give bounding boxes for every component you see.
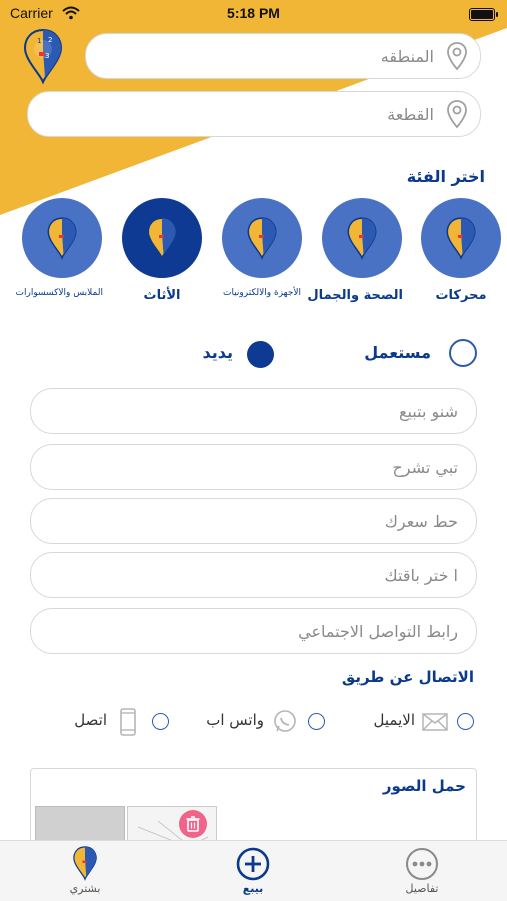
- category-label: الأثاث: [143, 288, 181, 303]
- call-label: اتصل: [74, 711, 107, 729]
- location-pin-icon: [447, 42, 467, 71]
- whatsapp-icon: [274, 710, 296, 732]
- category-item-clothes[interactable]: الملابس والاكسسوارات: [15, 198, 103, 298]
- used-label: مستعمل: [364, 343, 431, 362]
- category-item-motors[interactable]: محركات: [420, 198, 502, 303]
- location-pin-icon: [447, 100, 467, 129]
- svg-text:1: 1: [37, 37, 41, 45]
- social-link-input[interactable]: رابط التواصل الاجتماعي: [30, 608, 477, 654]
- phone-icon: [120, 708, 136, 736]
- envelope-icon: [422, 713, 448, 731]
- describe-input[interactable]: تبي تشرح: [30, 444, 477, 490]
- category-logo-icon: [347, 217, 377, 260]
- category-item-furniture[interactable]: الأثاث: [121, 198, 203, 303]
- clock: 5:18 PM: [227, 5, 280, 21]
- status-bar: Carrier 5:18 PM: [0, 0, 507, 28]
- whatsapp-label: واتس اب: [206, 711, 264, 729]
- radio-new[interactable]: [247, 341, 274, 368]
- category-logo-icon: [47, 217, 77, 260]
- email-label: الايميل: [373, 711, 415, 729]
- category-logo-icon: [147, 217, 177, 260]
- radio-email[interactable]: [457, 713, 474, 730]
- category-label: الأجهزة والالكترونيات: [222, 288, 302, 298]
- tab-details[interactable]: تفاصيل: [372, 841, 472, 901]
- more-icon: [406, 848, 438, 880]
- tab-label: بيبع: [242, 882, 264, 895]
- trash-icon: [186, 816, 200, 832]
- category-label: الصحة والجمال: [307, 288, 403, 303]
- region-field[interactable]: المنطقه: [85, 33, 481, 79]
- region-placeholder: المنطقه: [380, 46, 434, 66]
- package-select[interactable]: ا ختر باقتك: [30, 552, 477, 598]
- tab-bar: بشتري بيبع تفاصيل: [0, 840, 507, 901]
- category-title: اختر الفئة: [406, 167, 485, 186]
- category-label: الملابس والاكسسوارات: [15, 288, 103, 298]
- price-input[interactable]: حط سعرك: [30, 498, 477, 544]
- plus-circle-icon: [236, 847, 270, 881]
- radio-used[interactable]: [449, 339, 477, 367]
- block-placeholder: القطعة: [387, 104, 434, 124]
- what-selling-placeholder: شنو بتبيع: [398, 401, 458, 421]
- contact-title: الاتصال عن طريق: [341, 668, 474, 686]
- tab-label: تفاصيل: [405, 882, 439, 895]
- battery-icon: [469, 8, 498, 21]
- radio-call[interactable]: [152, 713, 169, 730]
- svg-text:3: 3: [45, 52, 49, 60]
- tab-sell[interactable]: بيبع: [203, 841, 303, 901]
- delete-image-button[interactable]: [179, 810, 207, 838]
- radio-whatsapp[interactable]: [308, 713, 325, 730]
- social-link-placeholder: رابط التواصل الاجتماعي: [298, 621, 458, 641]
- package-placeholder: ا ختر باقتك: [384, 565, 458, 585]
- category-item-electronics[interactable]: الأجهزة والالكترونيات: [221, 198, 303, 298]
- category-logo-icon: [446, 217, 476, 260]
- upload-title: حمل الصور: [382, 777, 466, 795]
- tab-buy[interactable]: بشتري: [35, 841, 135, 901]
- new-label: يديد: [202, 343, 234, 362]
- app-logo-icon: 1 2 3: [23, 28, 63, 84]
- category-label: محركات: [435, 288, 487, 303]
- block-field[interactable]: القطعة: [27, 91, 481, 137]
- tab-label: بشتري: [69, 882, 101, 895]
- category-logo-icon: [247, 217, 277, 260]
- logo-icon: [73, 846, 97, 881]
- price-placeholder: حط سعرك: [384, 511, 458, 531]
- what-selling-input[interactable]: شنو بتبيع: [30, 388, 477, 434]
- svg-text:2: 2: [48, 36, 52, 44]
- describe-placeholder: تبي تشرح: [392, 457, 458, 477]
- category-item-health-beauty[interactable]: الصحة والجمال: [307, 198, 403, 303]
- category-carousel[interactable]: محركات الصحة والجمال الأجهزة والالكتروني…: [0, 198, 507, 318]
